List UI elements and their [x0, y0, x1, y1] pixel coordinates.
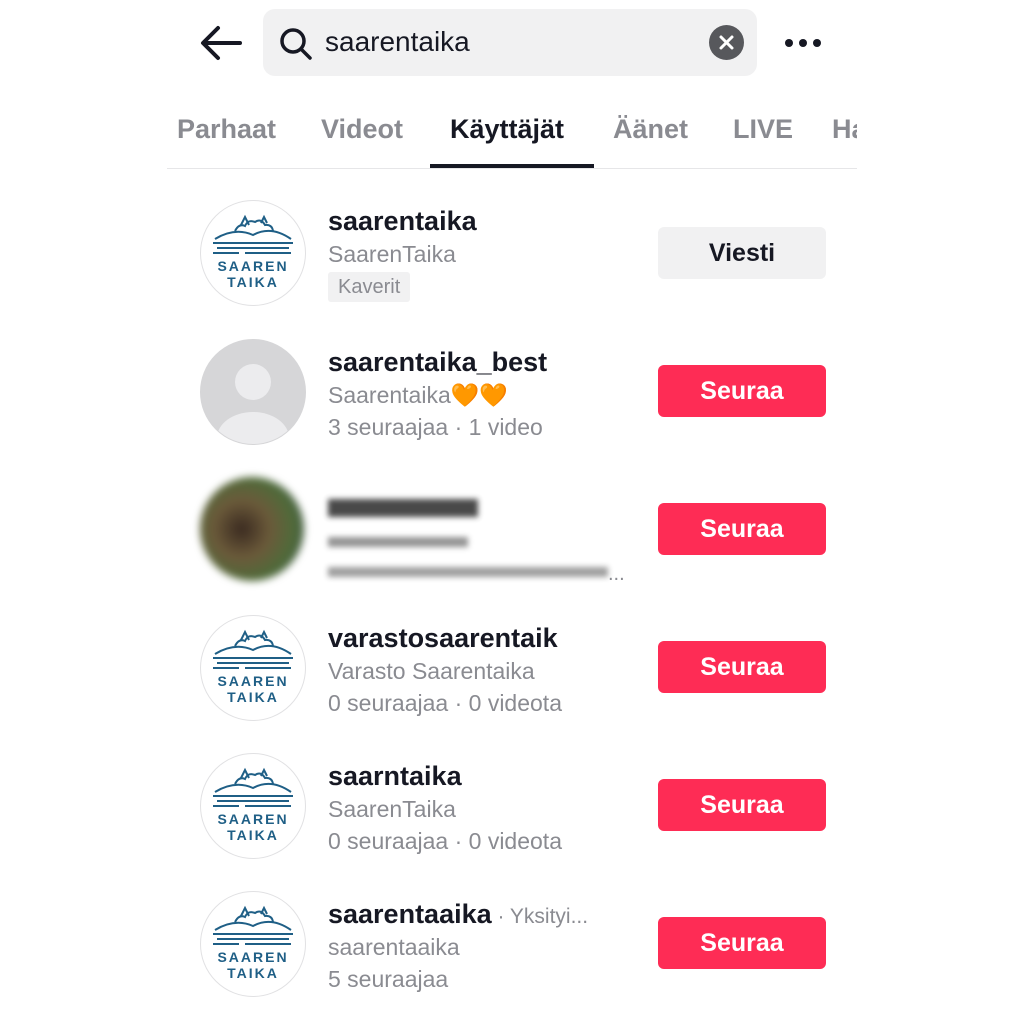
friends-badge: Kaverit: [328, 272, 411, 302]
display-name: SaarenTaika: [328, 796, 456, 822]
active-tab-indicator: [430, 164, 594, 168]
saarentaika-logo[interactable]: SAAREN TAIKA: [200, 891, 306, 997]
back-arrow-icon[interactable]: [196, 20, 246, 66]
svg-text:TAIKA: TAIKA: [227, 689, 279, 705]
follow-button[interactable]: Seuraa: [658, 503, 826, 555]
display-name: Saarentaika🧡🧡: [328, 382, 509, 408]
user-result[interactable]: ... Seuraa: [190, 477, 840, 597]
follow-button[interactable]: Seuraa: [658, 365, 826, 417]
user-stats: 3 seuraajaa · 1 video: [328, 414, 543, 440]
display-name: Varasto Saarentaika: [328, 658, 535, 684]
saarentaika-logo[interactable]: SAAREN TAIKA: [200, 615, 306, 721]
user-stats: 5 seuraajaa: [328, 966, 449, 992]
user-stats: 0 seuraajaa · 0 videota: [328, 690, 562, 716]
username: saarentaika: [328, 206, 477, 236]
user-result[interactable]: SAAREN TAIKA varastosaarentaik Varasto Sa…: [190, 615, 840, 735]
default-avatar-icon[interactable]: [200, 339, 306, 445]
blurred-user-info: ...: [328, 487, 628, 587]
more-icon[interactable]: [780, 26, 826, 60]
user-stats: 0 seuraajaa · 0 videota: [328, 828, 562, 854]
saarentaika-logo[interactable]: SAAREN TAIKA: [200, 753, 306, 859]
follow-button[interactable]: Seuraa: [658, 641, 826, 693]
svg-text:SAAREN: SAAREN: [217, 949, 288, 965]
clear-icon[interactable]: [709, 25, 744, 60]
message-button[interactable]: Viesti: [658, 227, 826, 279]
tab-hashtags[interactable]: Ha: [832, 114, 857, 168]
username: saarentaaika: [328, 899, 492, 929]
user-result[interactable]: SAAREN TAIKA saarentaika SaarenTaika Kave…: [190, 200, 840, 320]
follow-button[interactable]: Seuraa: [658, 917, 826, 969]
saarentaika-logo[interactable]: SAAREN TAIKA: [200, 200, 306, 306]
svg-text:SAAREN: SAAREN: [217, 811, 288, 827]
username: varastosaarentaik: [328, 623, 558, 653]
display-name: saarentaaika: [328, 934, 460, 960]
tab-parhaat[interactable]: Parhaat: [177, 114, 276, 168]
tab-live[interactable]: LIVE: [733, 114, 793, 168]
svg-text:SAAREN: SAAREN: [217, 258, 288, 274]
user-result[interactable]: SAAREN TAIKA saarentaaika · Yksityi... sa…: [190, 891, 840, 1011]
svg-text:SAAREN: SAAREN: [217, 673, 288, 689]
username-row: saarentaaika · Yksityi...: [328, 897, 628, 931]
search-tabs: Parhaat Videot Käyttäjät Äänet LIVE Ha: [167, 96, 857, 169]
follow-button[interactable]: Seuraa: [658, 779, 826, 831]
username: saarntaika: [328, 761, 462, 791]
avatar[interactable]: [200, 477, 304, 581]
username: saarentaika_best: [328, 347, 548, 377]
search-bar[interactable]: [263, 9, 757, 76]
svg-text:TAIKA: TAIKA: [227, 274, 279, 290]
top-bar: [0, 0, 1024, 90]
svg-text:TAIKA: TAIKA: [227, 965, 279, 981]
display-name: SaarenTaika: [328, 241, 456, 267]
user-result[interactable]: SAAREN TAIKA saarntaika SaarenTaika 0 seu…: [190, 753, 840, 873]
search-input[interactable]: [325, 19, 695, 65]
search-icon: [279, 27, 313, 61]
tab-kayttajat[interactable]: Käyttäjät: [450, 114, 564, 168]
svg-text:TAIKA: TAIKA: [227, 827, 279, 843]
tab-aanet[interactable]: Äänet: [613, 114, 688, 168]
tab-videot[interactable]: Videot: [321, 114, 403, 168]
private-label: · Yksityi...: [491, 905, 589, 928]
user-result[interactable]: saarentaika_best Saarentaika🧡🧡 3 seuraaj…: [190, 339, 840, 459]
user-stats: ...: [608, 563, 625, 585]
